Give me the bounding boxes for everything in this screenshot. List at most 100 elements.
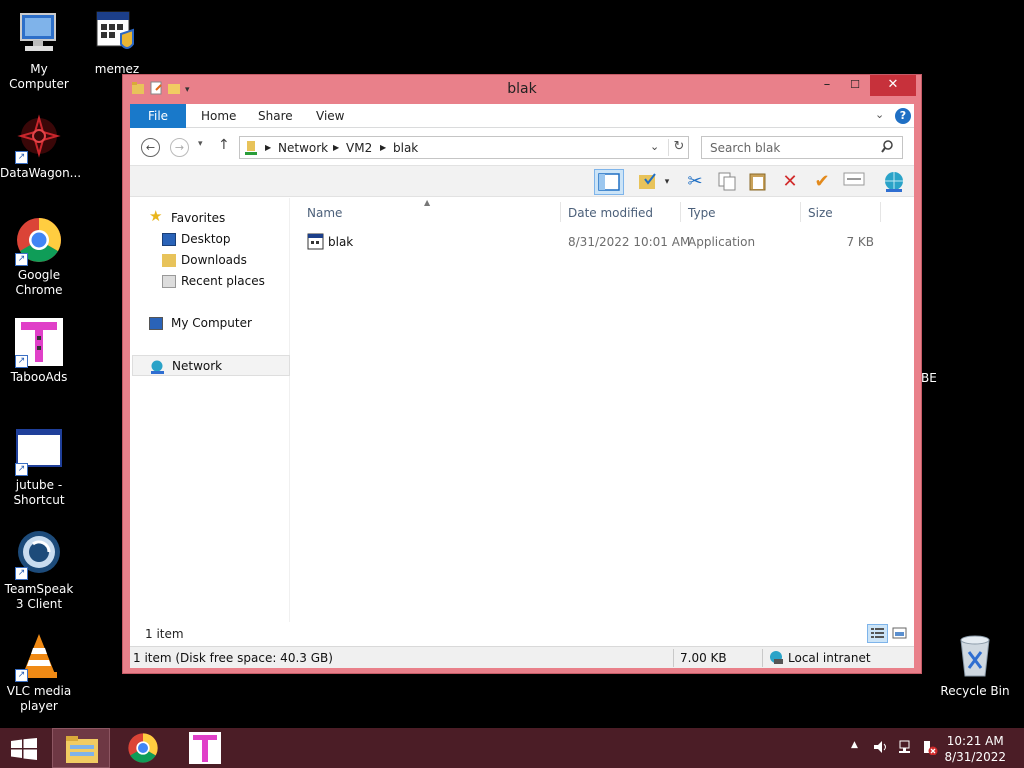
clock-time: 10:21 AM	[946, 734, 1004, 748]
title-bar[interactable]: ▾ blak – ☐ ✕	[123, 75, 921, 104]
desktop-icon-label: Recycle Bin	[940, 684, 1010, 698]
search-icon[interactable]	[881, 140, 894, 157]
tab-view[interactable]: View	[306, 104, 354, 128]
breadcrumb-vm2[interactable]: VM2	[346, 141, 372, 155]
nav-item-label: Downloads	[181, 253, 247, 267]
command-toolbar: ▾ ✂ ✕ ✔	[130, 165, 914, 197]
shortcut-arrow-icon: ↗	[15, 463, 28, 476]
preview-pane-icon[interactable]	[594, 169, 624, 195]
maximize-button[interactable]: ☐	[842, 75, 868, 96]
refresh-icon[interactable]: ↻	[668, 139, 689, 156]
details-view-button[interactable]	[867, 624, 888, 643]
desktop-icon-recycle-bin[interactable]: Recycle Bin	[936, 632, 1014, 699]
desktop-icon-teamspeak[interactable]: ↗ TeamSpeak 3 Client	[0, 530, 78, 612]
minimize-button[interactable]: –	[814, 75, 840, 96]
desktop-icon-tabooads[interactable]: ↗ TabooAds	[0, 318, 78, 385]
taskbar-tabooads[interactable]	[176, 728, 234, 768]
delete-icon[interactable]: ✕	[778, 171, 802, 193]
properties-icon[interactable]	[842, 171, 866, 193]
explorer-body: File Home Share View ⌄ ? ← → ▾ ↑ ▶ Netwo…	[130, 104, 914, 668]
breadcrumb-separator-icon: ▶	[333, 143, 340, 152]
column-divider	[800, 202, 801, 222]
file-size: 7 KB	[846, 235, 874, 249]
details-divider	[673, 649, 674, 667]
nav-item-label: My Computer	[171, 316, 252, 330]
column-date-modified[interactable]: Date modified	[568, 206, 653, 220]
network-icon	[150, 360, 164, 374]
details-divider	[762, 649, 763, 667]
nav-favorites[interactable]: ★ Favorites	[130, 208, 288, 229]
ribbon-expand-icon[interactable]: ⌄	[875, 108, 884, 121]
tab-file[interactable]: File	[130, 104, 186, 128]
tabooads-icon: ↗	[15, 318, 63, 368]
file-row[interactable]: blak 8/31/2022 10:01 AM Application 7 KB	[306, 232, 876, 252]
desktop-icon-jutube[interactable]: ↗ jutube - Shortcut	[0, 426, 78, 508]
item-count: 1 item	[145, 627, 184, 641]
search-box[interactable]: Search blak	[701, 136, 903, 159]
desktop-icon-datawagon[interactable]: ↗ DataWagon...	[0, 114, 81, 181]
dropdown-icon[interactable]: ▾	[660, 171, 674, 193]
help-icon[interactable]: ?	[895, 108, 911, 124]
explorer-window[interactable]: ▾ blak – ☐ ✕ File Home Share View ⌄ ? ← …	[122, 74, 922, 674]
copy-icon[interactable]	[715, 171, 739, 193]
chrome-icon	[128, 733, 158, 763]
nav-recent-places[interactable]: Recent places	[130, 271, 288, 292]
address-row: ← → ▾ ↑ ▶ Network ▶ VM2 ▶ blak ⌄ ↻ Searc…	[130, 129, 914, 165]
file-type: Application	[688, 235, 756, 249]
nav-network[interactable]: Network	[132, 355, 290, 376]
application-icon	[307, 233, 324, 253]
file-date: 8/31/2022 10:01 AM	[568, 235, 691, 249]
breadcrumb-blak[interactable]: blak	[393, 141, 418, 155]
desktop-icon-my-computer[interactable]: My Computer	[0, 10, 78, 92]
rename-icon[interactable]: ✔	[810, 171, 834, 193]
nav-item-label: Network	[172, 359, 223, 373]
tab-home[interactable]: Home	[191, 104, 246, 128]
nav-desktop[interactable]: Desktop	[130, 229, 288, 250]
network-location-icon	[244, 140, 258, 159]
column-divider	[680, 202, 681, 222]
shortcut-arrow-icon: ↗	[15, 253, 28, 266]
nav-item-label: Recent places	[181, 274, 265, 288]
volume-icon[interactable]	[873, 740, 889, 757]
column-size[interactable]: Size	[808, 206, 833, 220]
desktop-icon-label: Google Chrome	[15, 268, 63, 297]
search-input[interactable]: Search blak	[710, 141, 780, 155]
desktop-icon-chrome[interactable]: ↗ Google Chrome	[0, 216, 78, 298]
chrome-icon: ↗	[15, 216, 63, 266]
system-clock[interactable]: 10:21 AM 8/31/2022	[944, 733, 1006, 765]
paste-icon[interactable]	[746, 171, 770, 193]
nav-item-label: Desktop	[181, 232, 231, 246]
network-globe-icon[interactable]	[882, 171, 906, 193]
window-title: blak	[507, 81, 537, 97]
datawagon-icon: ↗	[15, 114, 63, 164]
nav-my-computer[interactable]: My Computer	[130, 313, 288, 334]
address-bar[interactable]: ▶ Network ▶ VM2 ▶ blak ⌄ ↻	[239, 136, 689, 159]
desktop-icon-memez[interactable]: memez troan real 2	[78, 10, 156, 77]
taskbar-file-explorer[interactable]	[52, 728, 110, 768]
cut-icon[interactable]: ✂	[683, 171, 707, 193]
disk-info: 1 item (Disk free space: 40.3 GB)	[133, 651, 333, 665]
forward-button[interactable]: →	[170, 138, 189, 157]
recent-locations-icon[interactable]: ▾	[198, 139, 203, 149]
action-center-icon[interactable]	[922, 740, 938, 758]
column-name[interactable]: Name	[307, 206, 342, 220]
up-button[interactable]: ↑	[218, 137, 230, 153]
desktop-icon-vlc[interactable]: ↗ VLC media player	[0, 632, 78, 714]
large-icons-view-button[interactable]	[892, 626, 907, 643]
close-button[interactable]: ✕	[870, 75, 916, 96]
taskbar-chrome[interactable]	[114, 728, 172, 768]
breadcrumb-network[interactable]: Network	[278, 141, 328, 155]
navigation-pane: ★ Favorites Desktop Downloads Recent pla…	[130, 198, 290, 622]
file-name[interactable]: blak	[328, 235, 353, 249]
address-dropdown-icon[interactable]: ⌄	[650, 140, 659, 153]
back-button[interactable]: ←	[141, 138, 160, 157]
network-status-icon[interactable]	[898, 740, 914, 757]
nav-downloads[interactable]: Downloads	[130, 250, 288, 271]
breadcrumb-separator-icon: ▶	[380, 143, 387, 152]
start-button[interactable]	[10, 738, 38, 760]
tab-share[interactable]: Share	[248, 104, 303, 128]
shortcut-arrow-icon: ↗	[15, 151, 28, 164]
column-type[interactable]: Type	[688, 206, 716, 220]
show-hidden-icons[interactable]: ▲	[851, 740, 858, 750]
check-folder-icon[interactable]	[636, 171, 660, 193]
